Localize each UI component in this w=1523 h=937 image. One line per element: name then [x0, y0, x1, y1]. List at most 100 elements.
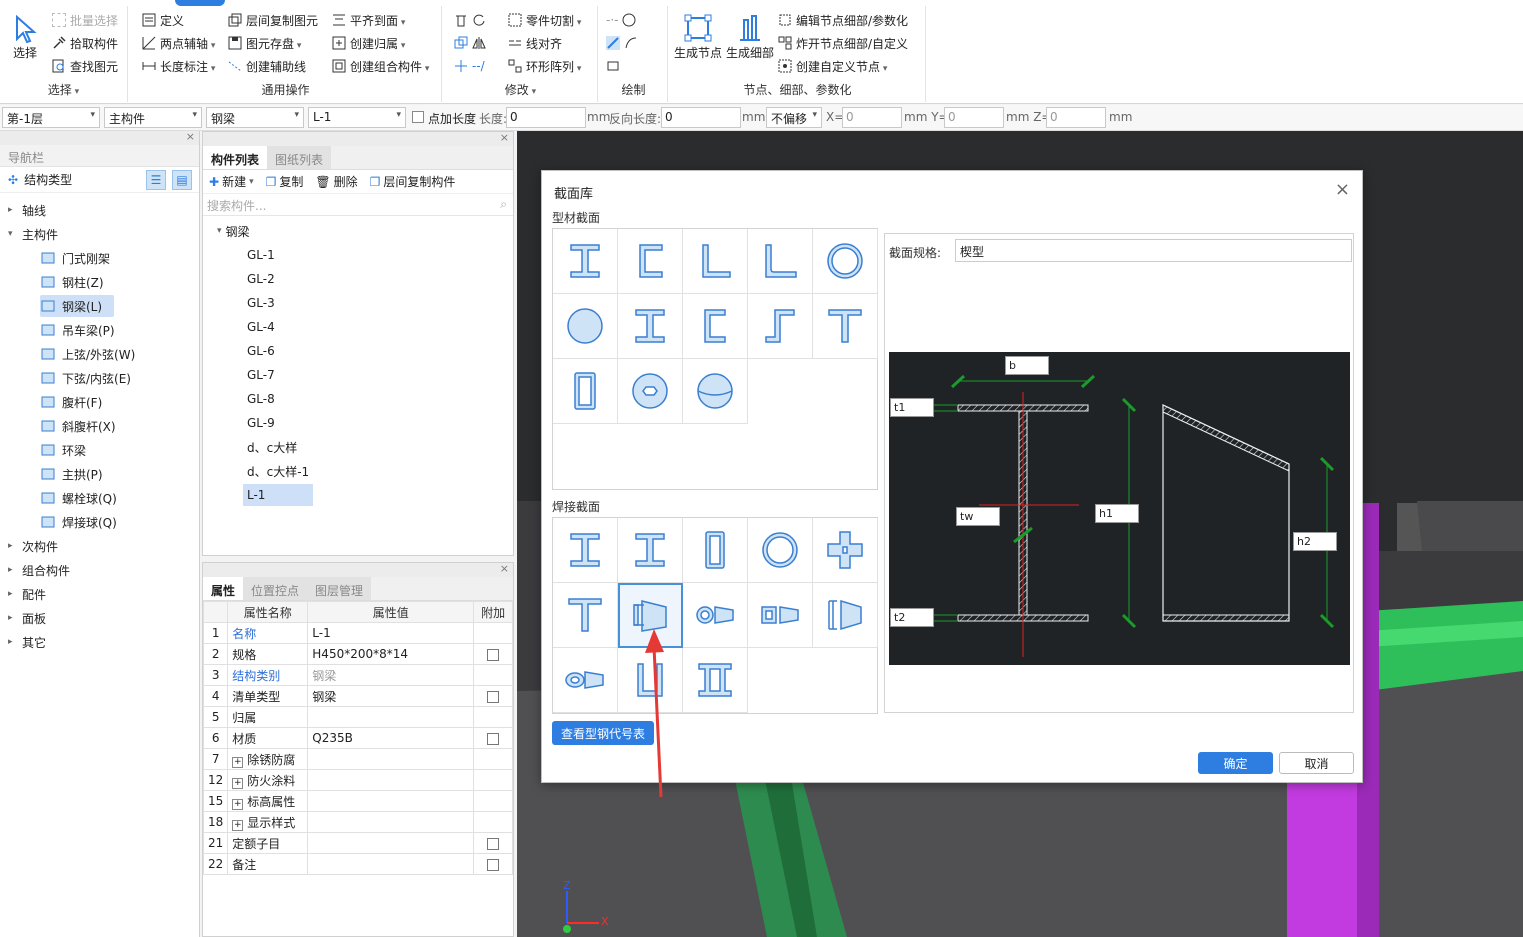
detail-view-icon[interactable]: ▤	[172, 170, 192, 190]
tree-item[interactable]: d、c大样	[243, 436, 301, 458]
y-input[interactable]: 0	[944, 107, 1004, 128]
property-value[interactable]	[307, 790, 475, 812]
floor-copy-button[interactable]: 层间复制图元	[228, 10, 318, 30]
delete-tool[interactable]	[454, 10, 486, 30]
close-icon[interactable]: ×	[186, 130, 195, 143]
tab-position-points[interactable]: 位置控点	[243, 577, 308, 600]
profile-ball-option[interactable]	[683, 359, 748, 424]
nav-item[interactable]: 腹杆(F)	[40, 391, 114, 413]
tree-item[interactable]: GL-2	[243, 268, 279, 290]
property-row[interactable]: 6 材质 Q235B	[202, 727, 513, 749]
profile-ring-option[interactable]	[813, 229, 878, 294]
line-tool[interactable]	[606, 33, 638, 53]
find-element-button[interactable]: 查找图元	[52, 56, 118, 76]
extra-checkbox[interactable]	[487, 837, 500, 850]
length-input[interactable]: 0	[506, 107, 586, 128]
copy-mirror-tool[interactable]	[454, 33, 486, 53]
delete-button[interactable]: 🗑 删除	[315, 173, 357, 190]
property-value[interactable]: H450*200*8*14	[307, 643, 475, 665]
profile-z-option[interactable]	[748, 294, 813, 359]
property-value[interactable]: 钢梁	[307, 664, 475, 686]
floor-select[interactable]: 第-1层	[2, 107, 100, 128]
welded-oval_taper-option[interactable]	[553, 648, 618, 713]
property-row[interactable]: 21 定额子目	[202, 832, 513, 854]
rect-tool[interactable]	[606, 56, 620, 76]
reverse-length-input[interactable]: 0	[661, 107, 741, 128]
profile-l-option[interactable]	[683, 229, 748, 294]
profile-i-option[interactable]	[618, 294, 683, 359]
chevron-right-icon[interactable]: ▸	[8, 541, 18, 551]
property-value[interactable]: 钢梁	[307, 685, 475, 707]
property-value[interactable]: L-1	[307, 622, 475, 644]
profile-c2-option[interactable]	[683, 294, 748, 359]
welded-ring-option[interactable]	[748, 518, 813, 583]
pick-component-button[interactable]: 拾取构件	[52, 33, 118, 53]
floor-copy-component-button[interactable]: ❐ 层间复制构件	[370, 173, 456, 190]
edit-node-detail-button[interactable]: 编辑节点细部/参数化	[778, 10, 908, 30]
x-input[interactable]: 0	[842, 107, 902, 128]
nav-item[interactable]: 焊接球(Q)	[40, 511, 129, 533]
gen-detail-button[interactable]: 生成细部	[726, 12, 774, 61]
close-icon[interactable]: ×	[1335, 179, 1350, 200]
cancel-button[interactable]: 取消	[1279, 752, 1354, 774]
point-tool[interactable]: -·-	[606, 10, 636, 30]
tree-item[interactable]: GL-1	[243, 244, 279, 266]
tab-properties[interactable]: 属性	[203, 577, 244, 600]
two-point-axis-button[interactable]: 两点辅轴	[142, 33, 215, 53]
list-view-icon[interactable]: ☰	[146, 170, 166, 190]
move-tool[interactable]: --/	[454, 56, 485, 76]
property-row[interactable]: 22 备注	[202, 853, 513, 875]
extra-checkbox[interactable]	[487, 690, 500, 703]
extra-checkbox[interactable]	[487, 648, 500, 661]
tree-item[interactable]: GL-3	[243, 292, 279, 314]
expand-icon[interactable]: +	[232, 819, 244, 831]
tree-item[interactable]: d、c大样-1	[243, 460, 313, 482]
nav-item[interactable]: ▸ 其它	[8, 631, 46, 653]
property-value[interactable]	[307, 706, 475, 728]
nav-item[interactable]: 螺栓球(Q)	[40, 487, 129, 509]
property-row[interactable]: 4 清单类型 钢梁	[202, 685, 513, 707]
welded-i-option[interactable]	[553, 518, 618, 583]
nav-item[interactable]: ▸ 轴线	[8, 199, 46, 221]
modify-group-title[interactable]: 修改	[444, 81, 597, 98]
chevron-right-icon[interactable]: ▸	[8, 205, 18, 215]
tree-item[interactable]: L-1	[243, 484, 313, 506]
component-select[interactable]: L-1	[308, 107, 406, 128]
property-value[interactable]	[307, 832, 475, 854]
nav-item[interactable]: 下弦/内弦(E)	[40, 367, 143, 389]
welded-cross-option[interactable]	[813, 518, 878, 583]
chevron-right-icon[interactable]: ▸	[8, 637, 18, 647]
property-value[interactable]: Q235B	[307, 727, 475, 749]
chevron-right-icon[interactable]: ▸	[8, 589, 18, 599]
component-search[interactable]: 搜索构件... ⌕	[203, 194, 513, 216]
property-row[interactable]: 2 规格 H450*200*8*14	[202, 643, 513, 665]
category-select[interactable]: 主构件	[104, 107, 202, 128]
welded-box2-option[interactable]	[683, 518, 748, 583]
profile-i-option[interactable]	[553, 229, 618, 294]
tab-component-list[interactable]: 构件列表	[203, 146, 268, 169]
property-value[interactable]	[307, 769, 475, 791]
new-button[interactable]: ✚ 新建	[209, 173, 254, 190]
welded-i-option[interactable]	[618, 518, 683, 583]
nav-item[interactable]: 钢梁(L)	[40, 295, 115, 317]
batch-select-button[interactable]: 批量选择	[52, 10, 118, 30]
create-group-button[interactable]: 创建组合构件	[332, 56, 429, 76]
profile-disk-option[interactable]	[553, 294, 618, 359]
nav-item[interactable]: ▾ 主构件	[8, 223, 58, 245]
nav-item[interactable]: 吊车梁(P)	[40, 319, 127, 341]
tab-layer-management[interactable]: 图层管理	[307, 577, 372, 600]
profile-box-option[interactable]	[553, 359, 618, 424]
chevron-down-icon[interactable]: ▾	[217, 226, 222, 236]
nav-item[interactable]: 主拱(P)	[40, 463, 115, 485]
property-row[interactable]: 15 + 标高属性	[202, 790, 513, 812]
welded-t-option[interactable]	[553, 583, 618, 648]
create-custom-node-button[interactable]: 创建自定义节点	[778, 56, 887, 76]
profile-lr-option[interactable]	[748, 229, 813, 294]
nav-item[interactable]: 环梁	[40, 439, 98, 461]
explode-node-button[interactable]: 炸开节点细部/自定义	[778, 33, 908, 53]
define-button[interactable]: 定义	[142, 10, 184, 30]
property-row[interactable]: 18 + 显示样式	[202, 811, 513, 833]
nav-item[interactable]: 上弦/外弦(W)	[40, 343, 147, 365]
chevron-right-icon[interactable]: ▸	[8, 565, 18, 575]
offset-select[interactable]: 不偏移	[766, 107, 822, 128]
